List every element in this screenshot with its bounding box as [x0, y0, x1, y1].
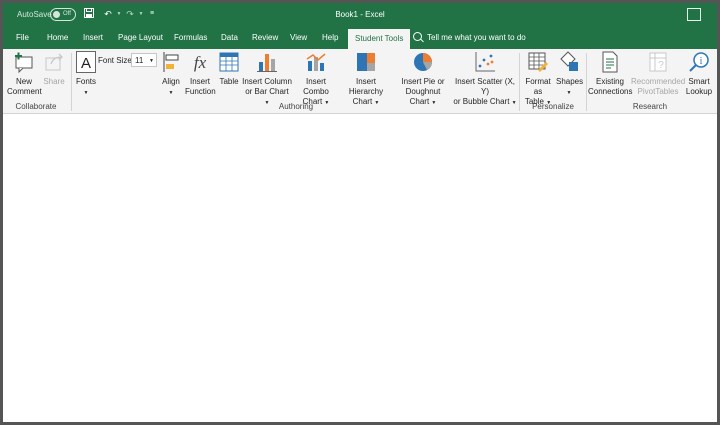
tab-file[interactable]: File — [16, 27, 29, 49]
tab-home[interactable]: Home — [47, 27, 68, 49]
insert-function-label-2: Function — [185, 87, 216, 96]
insert-hierarchy-chart-label-1: Insert Hierarchy — [348, 77, 384, 96]
column-chart-icon — [256, 51, 278, 73]
share-label: Share — [43, 77, 65, 86]
align-icon — [160, 51, 182, 73]
ribbon-display-options-icon[interactable] — [687, 8, 701, 21]
tab-formulas[interactable]: Formulas — [174, 27, 207, 49]
svg-text:fx: fx — [194, 53, 207, 72]
format-as-table-label-1: Format as — [525, 77, 551, 96]
table-label: Table — [219, 77, 239, 86]
title-bar: AutoSave Off ↶ ▼ ↷ ▼ ≡ Book1 - Excel — [3, 3, 717, 27]
insert-scatter-chart-label-1: Insert Scatter (X, Y) — [454, 77, 516, 96]
shapes-label: Shapes — [556, 77, 584, 86]
tab-page-layout[interactable]: Page Layout — [118, 27, 163, 49]
collaborate-group-label: Collaborate — [15, 102, 57, 111]
recommended-pivot-label-1: Recommended — [631, 77, 686, 86]
align-dropdown-icon: ▼ — [168, 90, 174, 96]
group-separator — [71, 53, 72, 111]
existing-connections-button[interactable]: Existing Connections — [588, 51, 632, 97]
new-comment-button[interactable]: New Comment — [7, 51, 42, 97]
insert-pie-chart-label-1: Insert Pie or — [401, 77, 445, 86]
insert-column-chart-label-2: or Bar Chart — [245, 87, 289, 96]
pie-chart-icon — [412, 51, 434, 73]
tell-me-search[interactable]: Tell me what you want to do — [413, 27, 526, 49]
align-button[interactable]: Align ▼ — [160, 51, 182, 98]
table-button[interactable]: Table — [218, 51, 240, 87]
ribbon-tabs: File Home Insert Page Layout Formulas Da… — [3, 27, 717, 49]
insert-column-chart-label-1: Insert Column — [242, 77, 292, 86]
tab-insert[interactable]: Insert — [83, 27, 103, 49]
smart-lookup-label-2: Lookup — [685, 87, 713, 96]
document-title: Book1 - Excel — [335, 10, 385, 19]
combo-chart-icon — [305, 51, 327, 73]
hierarchy-chart-icon — [355, 51, 377, 73]
existing-connections-label-1: Existing — [595, 77, 624, 86]
insert-function-button[interactable]: fx Insert Function — [185, 51, 216, 97]
tab-view[interactable]: View — [290, 27, 307, 49]
tell-me-text: Tell me what you want to do — [427, 33, 526, 42]
svg-text:?: ? — [658, 60, 664, 71]
research-group-label: Research — [632, 102, 668, 111]
shapes-icon — [558, 51, 580, 73]
shapes-button[interactable]: Shapes ▼ — [556, 51, 584, 98]
fonts-dropdown-icon: ▼ — [83, 90, 89, 96]
svg-text:A: A — [81, 55, 91, 72]
smart-lookup-icon: i — [688, 51, 710, 73]
svg-text:i: i — [700, 56, 703, 67]
function-icon: fx — [189, 51, 211, 73]
insert-combo-chart-label-1: Insert Combo — [303, 77, 329, 96]
scatter-chart-icon — [474, 51, 496, 73]
new-comment-label-2: Comment — [7, 87, 42, 96]
existing-connections-icon — [599, 51, 621, 73]
share-icon — [43, 51, 65, 73]
new-comment-label-1: New — [15, 77, 32, 86]
authoring-group-label: Authoring — [278, 102, 314, 111]
smart-lookup-button[interactable]: i Smart Lookup — [683, 51, 715, 97]
worksheet-area[interactable] — [3, 114, 717, 422]
chevron-down-icon: ▼ — [149, 58, 154, 64]
ribbon: New Comment Share Collaborate A Fonts ▼ F… — [3, 49, 717, 114]
new-comment-icon — [13, 51, 35, 74]
existing-connections-label-2: Connections — [588, 87, 633, 96]
recommended-pivot-label-2: PivotTables — [637, 87, 679, 96]
insert-column-chart-button[interactable]: Insert Column or Bar Chart ▼ — [242, 51, 292, 108]
font-size-select[interactable]: 11 ▼ — [131, 53, 157, 67]
share-button[interactable]: Share — [42, 51, 66, 87]
insert-scatter-chart-button[interactable]: Insert Scatter (X, Y) or Bubble Chart ▼ — [453, 51, 517, 108]
insert-hierarchy-chart-button[interactable]: Insert Hierarchy Chart ▼ — [340, 51, 392, 108]
tab-student-tools[interactable]: Student Tools — [348, 29, 411, 49]
fonts-button[interactable]: A Fonts ▼ — [75, 51, 97, 98]
fonts-icon: A — [75, 51, 97, 73]
shapes-dropdown-icon: ▼ — [566, 90, 572, 96]
insert-function-label-1: Insert — [189, 77, 210, 86]
font-size-label: Font Size: — [98, 56, 135, 65]
fonts-label: Fonts — [75, 77, 96, 86]
recommended-pivottables-button[interactable]: ? Recommended PivotTables — [631, 51, 685, 97]
personalize-group-label: Personalize — [532, 102, 574, 111]
tab-review[interactable]: Review — [252, 27, 278, 49]
recommended-pivot-icon: ? — [647, 51, 669, 73]
excel-window: AutoSave Off ↶ ▼ ↷ ▼ ≡ Book1 - Excel Fil… — [3, 3, 717, 422]
format-table-icon — [527, 51, 549, 73]
tab-help[interactable]: Help — [322, 27, 338, 49]
smart-lookup-label-1: Smart — [688, 77, 710, 86]
tab-data[interactable]: Data — [221, 27, 238, 49]
insert-combo-chart-button[interactable]: Insert Combo Chart ▼ — [293, 51, 339, 108]
search-icon — [413, 32, 422, 41]
align-label: Align — [162, 77, 180, 86]
format-as-table-button[interactable]: Format as Table ▼ — [521, 51, 555, 108]
table-icon — [218, 51, 240, 73]
insert-pie-chart-button[interactable]: Insert Pie or Doughnut Chart ▼ — [395, 51, 451, 108]
font-size-value: 11 — [135, 56, 144, 65]
